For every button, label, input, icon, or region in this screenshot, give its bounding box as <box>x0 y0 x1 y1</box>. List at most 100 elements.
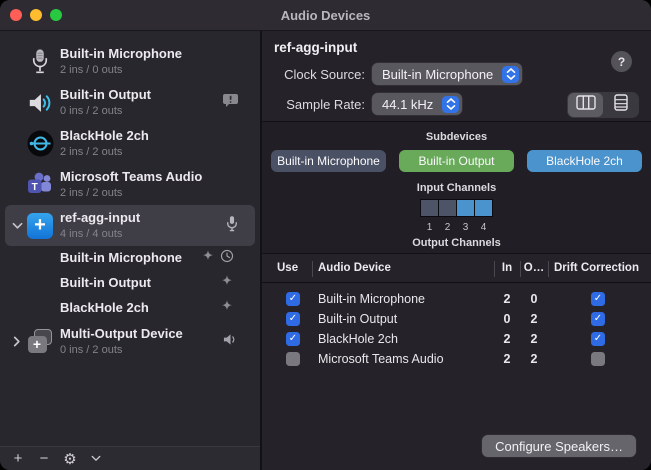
table-body: Built-in Microphone 2 0 Built-in Output … <box>262 283 651 369</box>
use-checkbox[interactable] <box>286 332 300 346</box>
table-row[interactable]: Built-in Output 0 2 <box>262 309 651 329</box>
column-header-use[interactable]: Use <box>274 262 312 274</box>
add-device-button[interactable]: + <box>5 448 31 470</box>
gear-icon[interactable]: ⚙ <box>57 448 83 470</box>
sidebar-item-built-in-output[interactable]: Built-in Output 0 ins / 2 outs <box>0 82 260 123</box>
input-channel-strip <box>420 199 493 217</box>
sidebar-item-multi-output-device[interactable]: Multi-Output Device 0 ins / 2 outs <box>0 321 260 362</box>
use-checkbox[interactable] <box>286 312 300 326</box>
device-channels: 0 ins / 2 outs <box>60 343 223 357</box>
use-checkbox[interactable] <box>286 292 300 306</box>
device-list: Built-in Microphone 2 ins / 0 outs <box>0 31 260 362</box>
input-channel-3[interactable] <box>457 200 475 216</box>
columns-icon <box>576 95 596 115</box>
row-outs: 2 <box>520 352 548 366</box>
columns-view-button[interactable] <box>568 93 603 117</box>
sidebar-subitem-built-in-microphone[interactable]: Built-in Microphone <box>0 246 260 271</box>
subdevices-heading: Subdevices <box>262 122 651 143</box>
minimize-button[interactable] <box>30 9 42 21</box>
clock-source-value: Built-in Microphone <box>382 67 493 82</box>
sidebar-item-ref-agg-input[interactable]: ref-agg-input 4 ins / 4 outs <box>5 205 255 246</box>
subdevice-name: Built-in Output <box>60 275 220 292</box>
subdevice-pill-built-in-output[interactable]: Built-in Output <box>399 150 514 172</box>
row-device-name: Built-in Output <box>312 312 494 326</box>
titlebar: Audio Devices <box>0 0 651 31</box>
device-channels: 2 ins / 2 outs <box>60 145 250 159</box>
sidebar-item-built-in-microphone[interactable]: Built-in Microphone 2 ins / 0 outs <box>0 41 260 82</box>
popup-stepper-icon <box>502 66 519 83</box>
input-channel-numbers: 1 2 3 4 <box>262 222 651 233</box>
row-outs: 0 <box>520 292 548 306</box>
device-name: BlackHole 2ch <box>60 128 250 145</box>
remove-device-button[interactable]: − <box>31 448 57 470</box>
table-row[interactable]: Microsoft Teams Audio 2 2 <box>262 349 651 369</box>
zoom-button[interactable] <box>50 9 62 21</box>
help-button[interactable]: ? <box>611 51 632 72</box>
chevron-down-icon[interactable] <box>8 222 26 230</box>
rows-icon <box>614 94 628 116</box>
subdevice-pill-blackhole-2ch[interactable]: BlackHole 2ch <box>527 150 642 172</box>
chevron-right-icon[interactable] <box>8 336 26 347</box>
device-title: ref-agg-input <box>274 40 357 55</box>
row-device-name: Microsoft Teams Audio <box>312 352 494 366</box>
list-view-button[interactable] <box>603 93 638 117</box>
view-mode-segmented-control <box>567 92 639 118</box>
column-header-out[interactable]: O… <box>520 262 548 274</box>
configure-speakers-button[interactable]: Configure Speakers… <box>482 435 636 457</box>
device-name: Multi-Output Device <box>60 326 223 343</box>
table-row[interactable]: BlackHole 2ch 2 2 <box>262 329 651 349</box>
subdevice-name: Built-in Microphone <box>60 250 201 267</box>
row-outs: 2 <box>520 312 548 326</box>
input-channel-2[interactable] <box>439 200 457 216</box>
device-channels: 2 ins / 0 outs <box>60 63 250 77</box>
device-name: Built-in Microphone <box>60 46 250 63</box>
drift-correction-checkbox[interactable] <box>591 312 605 326</box>
input-channel-1[interactable] <box>421 200 439 216</box>
column-header-in[interactable]: In <box>494 262 520 274</box>
device-settings-section: ref-agg-input ? Clock Source: Built-in M… <box>262 31 651 122</box>
traffic-lights <box>10 9 62 21</box>
audio-devices-window: Audio Devices Built-in M <box>0 0 651 470</box>
signal-star-icon <box>201 249 215 268</box>
table-row[interactable]: Built-in Microphone 2 0 <box>262 289 651 309</box>
sample-rate-value: 44.1 kHz <box>382 97 433 112</box>
use-checkbox[interactable] <box>286 352 300 366</box>
row-ins: 2 <box>494 332 520 346</box>
table-header: Use Audio Device In O… Drift Correction <box>262 254 651 283</box>
sample-rate-label: Sample Rate: <box>268 97 365 112</box>
sidebar-toolbar: + − ⚙ <box>0 446 260 470</box>
subdevice-buttons: Built-in Microphone Built-in Output Blac… <box>262 143 651 172</box>
chevron-down-icon[interactable] <box>83 448 109 470</box>
channel-number: 2 <box>439 222 457 233</box>
column-header-audio-device[interactable]: Audio Device <box>312 262 494 274</box>
clock-source-label: Clock Source: <box>268 67 365 82</box>
sidebar-subitem-built-in-output[interactable]: Built-in Output <box>0 271 260 296</box>
channel-number: 4 <box>475 222 493 233</box>
row-ins: 0 <box>494 312 520 326</box>
multi-output-device-icon <box>26 328 54 356</box>
subdevice-name: BlackHole 2ch <box>60 300 220 317</box>
subdevice-table-section: Use Audio Device In O… Drift Correction … <box>262 254 651 470</box>
sample-rate-popup[interactable]: 44.1 kHz <box>372 93 462 115</box>
input-channel-4[interactable] <box>475 200 492 216</box>
channel-number: 3 <box>457 222 475 233</box>
speaker-badge-icon <box>223 333 238 351</box>
drift-correction-checkbox[interactable] <box>591 292 605 306</box>
sidebar-item-blackhole-2ch[interactable]: BlackHole 2ch 2 ins / 2 outs <box>0 123 260 164</box>
microphone-badge-icon <box>226 215 238 237</box>
drift-correction-checkbox[interactable] <box>591 352 605 366</box>
close-button[interactable] <box>10 9 22 21</box>
subdevice-pill-built-in-microphone[interactable]: Built-in Microphone <box>271 150 386 172</box>
speaker-icon <box>26 89 54 117</box>
row-device-name: BlackHole 2ch <box>312 332 494 346</box>
row-ins: 2 <box>494 352 520 366</box>
drift-correction-checkbox[interactable] <box>591 332 605 346</box>
subdevices-section: Subdevices Built-in Microphone Built-in … <box>262 122 651 254</box>
column-header-drift-correction[interactable]: Drift Correction <box>548 262 651 274</box>
row-ins: 2 <box>494 292 520 306</box>
teams-icon: T <box>26 171 54 199</box>
sidebar-item-microsoft-teams-audio[interactable]: T Microsoft Teams Audio 2 ins / 2 outs <box>0 164 260 205</box>
device-channels: 2 ins / 2 outs <box>60 186 250 200</box>
clock-source-popup[interactable]: Built-in Microphone <box>372 63 522 85</box>
sidebar-subitem-blackhole-2ch[interactable]: BlackHole 2ch <box>0 296 260 321</box>
